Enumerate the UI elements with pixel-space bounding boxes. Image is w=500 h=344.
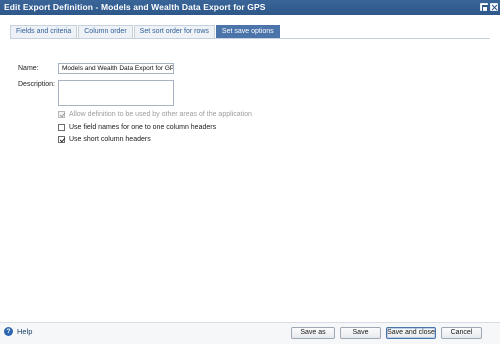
use-short-headers-checkbox[interactable] [58, 136, 65, 143]
option-use-short-headers: Use short column headers [58, 136, 151, 143]
option-use-field-names: Use field names for one to one column he… [58, 124, 216, 131]
window-title: Edit Export Definition - Models and Weal… [4, 2, 266, 12]
description-field[interactable] [58, 80, 174, 106]
use-field-names-label[interactable]: Use field names for one to one column he… [69, 124, 216, 131]
use-field-names-checkbox[interactable] [58, 124, 65, 131]
tab-strip: Fields and criteria Column order Set sor… [10, 25, 281, 38]
dialog-footer: ? Help Save as Save Save and close Cance… [0, 322, 500, 344]
maximize-icon[interactable] [480, 3, 488, 12]
description-label: Description: [18, 81, 55, 88]
tab-set-save-options[interactable]: Set save options [215, 25, 280, 38]
dialog-content: Fields and criteria Column order Set sor… [0, 15, 500, 322]
save-button[interactable]: Save [340, 327, 381, 339]
name-label: Name: [18, 65, 39, 72]
window-title-bar: Edit Export Definition - Models and Weal… [0, 0, 500, 15]
close-icon[interactable] [490, 3, 498, 11]
name-field[interactable]: Models and Wealth Data Export for GPS [58, 63, 174, 74]
use-short-headers-label[interactable]: Use short column headers [69, 136, 151, 143]
tab-fields-and-criteria[interactable]: Fields and criteria [10, 25, 78, 38]
save-and-close-button[interactable]: Save and close [386, 327, 436, 339]
help-label[interactable]: Help [17, 327, 32, 336]
tab-column-order[interactable]: Column order [78, 25, 133, 38]
cancel-button[interactable]: Cancel [441, 327, 482, 339]
tab-divider [10, 38, 490, 39]
allow-definition-label: Allow definition to be used by other are… [69, 111, 252, 118]
tab-set-sort-order[interactable]: Set sort order for rows [133, 25, 215, 38]
save-as-button[interactable]: Save as [291, 327, 335, 339]
option-allow-definition: Allow definition to be used by other are… [58, 111, 252, 118]
allow-definition-checkbox [58, 111, 65, 118]
help-link[interactable]: ? Help [4, 327, 32, 336]
help-icon[interactable]: ? [4, 327, 13, 336]
